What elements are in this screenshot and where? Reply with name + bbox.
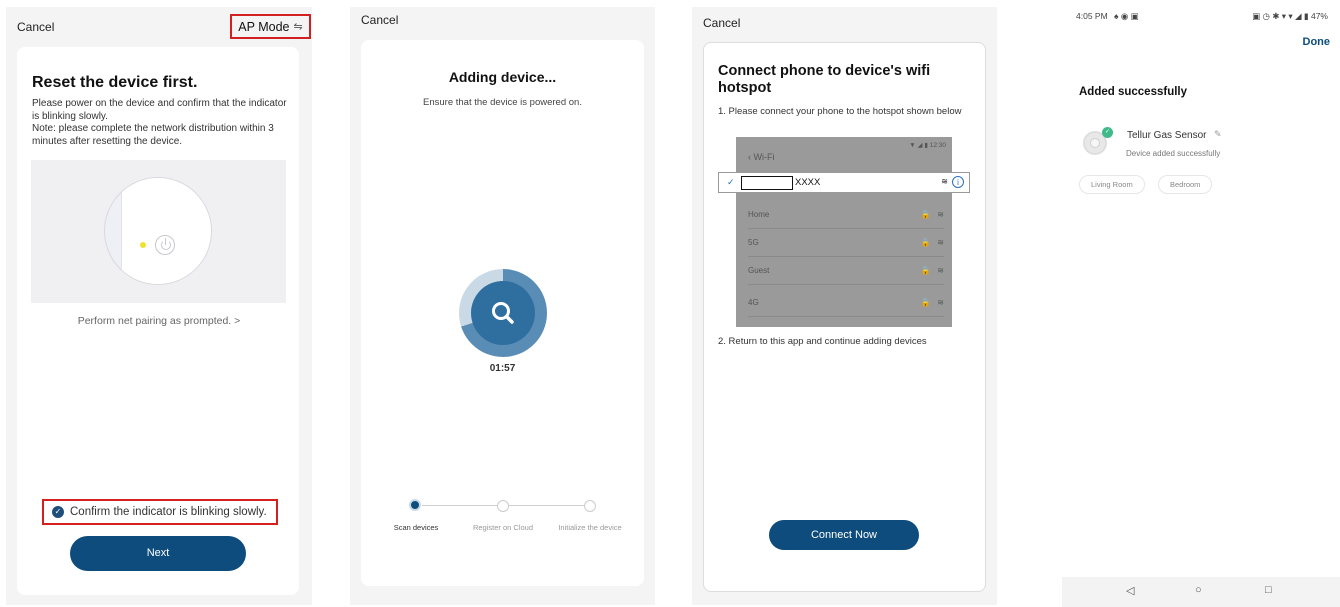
ap-mode-button[interactable]: AP Mode ⇋ bbox=[230, 14, 311, 39]
step-active-dot bbox=[409, 499, 421, 511]
cancel-button[interactable]: Cancel bbox=[17, 20, 54, 34]
lock-wifi-icon: 🔒 ≋ bbox=[920, 266, 944, 275]
device-status-text: Device added successfully bbox=[1126, 149, 1221, 158]
network-name: 4G bbox=[748, 298, 759, 307]
wifi-icon: ≋ bbox=[941, 177, 948, 186]
countdown-timer: 01:57 bbox=[489, 363, 516, 374]
checkmark-icon: ✓ bbox=[727, 177, 735, 187]
device-zoom-circle bbox=[104, 177, 212, 285]
screen-added-successfully: 4:05 PM ♠ ◉ ▣ ▣ ◷ ✱ ▾ ▾ ◢ ▮ 47% Done Add… bbox=[1062, 0, 1340, 607]
notification-icons: ♠ ◉ ▣ bbox=[1114, 11, 1139, 21]
wifi-network-row: Guest 🔒 ≋ bbox=[748, 257, 944, 285]
network-name: Guest bbox=[748, 266, 770, 275]
page-title: Reset the device first. bbox=[32, 74, 198, 91]
wifi-settings-illustration: ▼ ◢ ▮ 12:30 ‹ Wi-Fi Home 🔒 ≋ 5G 🔒 ≋ Gues… bbox=[736, 137, 952, 327]
lock-wifi-icon: 🔒 ≋ bbox=[920, 298, 944, 307]
redacted-box bbox=[741, 176, 793, 190]
step-two-text: 2. Return to this app and continue addin… bbox=[718, 336, 927, 346]
indicator-light-icon bbox=[140, 242, 146, 248]
screen-adding-device: Cancel Adding device... Ensure that the … bbox=[350, 7, 655, 605]
done-button[interactable]: Done bbox=[1303, 36, 1331, 48]
back-nav-icon[interactable]: ◁ bbox=[1126, 584, 1134, 597]
step-connector bbox=[422, 505, 502, 506]
next-button[interactable]: Next bbox=[70, 536, 246, 571]
android-nav-bar: ◁ ○ □ bbox=[1062, 577, 1340, 607]
power-button-icon bbox=[155, 235, 175, 255]
screen-connect-hotspot: Cancel Connect phone to device's wifi ho… bbox=[692, 7, 997, 605]
room-chip-bedroom[interactable]: Bedroom bbox=[1158, 175, 1213, 194]
network-name: 5G bbox=[748, 238, 759, 247]
info-icon: i bbox=[952, 176, 964, 188]
cancel-button[interactable]: Cancel bbox=[361, 13, 398, 27]
step-pending-dot bbox=[584, 500, 596, 512]
device-name: Tellur Gas Sensor bbox=[1127, 130, 1207, 141]
device-illustration bbox=[31, 160, 286, 303]
wifi-network-row: Home 🔒 ≋ bbox=[748, 201, 944, 229]
screen-reset-device: Cancel AP Mode ⇋ Reset the device first.… bbox=[6, 7, 312, 605]
search-button-bg bbox=[471, 281, 535, 345]
home-nav-icon[interactable]: ○ bbox=[1195, 584, 1202, 596]
recents-nav-icon[interactable]: □ bbox=[1265, 584, 1272, 596]
connect-now-button[interactable]: Connect Now bbox=[769, 520, 919, 550]
search-icon bbox=[492, 302, 514, 324]
subtitle: Ensure that the device is powered on. bbox=[423, 97, 582, 108]
clock: 4:05 PM bbox=[1076, 11, 1108, 21]
check-circle-icon: ✓ bbox=[52, 506, 64, 518]
network-name: Home bbox=[748, 210, 770, 219]
status-icons-right: ▣ ◷ ✱ ▾ ▾ ◢ ▮ 47% bbox=[1252, 11, 1328, 21]
scan-progress-ring bbox=[459, 269, 547, 357]
step-label: Scan devices bbox=[393, 523, 439, 532]
wifi-network-row: 4G 🔒 ≋ bbox=[748, 289, 944, 317]
lock-wifi-icon: 🔒 ≋ bbox=[920, 210, 944, 219]
step-label: Register on Cloud bbox=[472, 523, 534, 532]
lock-wifi-icon: 🔒 ≋ bbox=[920, 238, 944, 247]
room-chip-living-room[interactable]: Living Room bbox=[1079, 175, 1145, 194]
cancel-button[interactable]: Cancel bbox=[703, 16, 740, 30]
page-title: Adding device... bbox=[448, 69, 557, 85]
step-one-text: 1. Please connect your phone to the hots… bbox=[718, 106, 962, 117]
page-title: Added successfully bbox=[1079, 86, 1188, 98]
wifi-network-row: 5G 🔒 ≋ bbox=[748, 229, 944, 257]
phone-status-bar: ▼ ◢ ▮ 12:30 bbox=[909, 142, 946, 149]
status-bar-left: 4:05 PM ♠ ◉ ▣ bbox=[1076, 11, 1139, 22]
ap-mode-label: AP Mode bbox=[238, 19, 290, 34]
hotspot-name: XXXX bbox=[795, 177, 821, 188]
pairing-help-link[interactable]: Perform net pairing as prompted. > bbox=[6, 315, 312, 327]
step-label: Initialize the device bbox=[558, 523, 622, 532]
success-check-icon: ✓ bbox=[1102, 127, 1113, 138]
step-pending-dot bbox=[497, 500, 509, 512]
selected-hotspot-row: ✓ XXXX ≋ i bbox=[718, 172, 970, 193]
page-title: Connect phone to device's wifi hotspot bbox=[718, 63, 931, 96]
edit-pencil-icon[interactable]: ✎ bbox=[1214, 129, 1222, 140]
confirm-label: Confirm the indicator is blinking slowly… bbox=[70, 506, 267, 518]
step-connector bbox=[508, 505, 588, 506]
instructions-text: Please power on the device and confirm t… bbox=[32, 98, 287, 147]
switch-icon: ⇋ bbox=[293, 21, 303, 33]
device-body bbox=[121, 178, 211, 284]
wifi-header: ‹ Wi-Fi bbox=[748, 152, 775, 162]
confirm-blinking-checkbox[interactable]: ✓ Confirm the indicator is blinking slow… bbox=[42, 499, 278, 525]
